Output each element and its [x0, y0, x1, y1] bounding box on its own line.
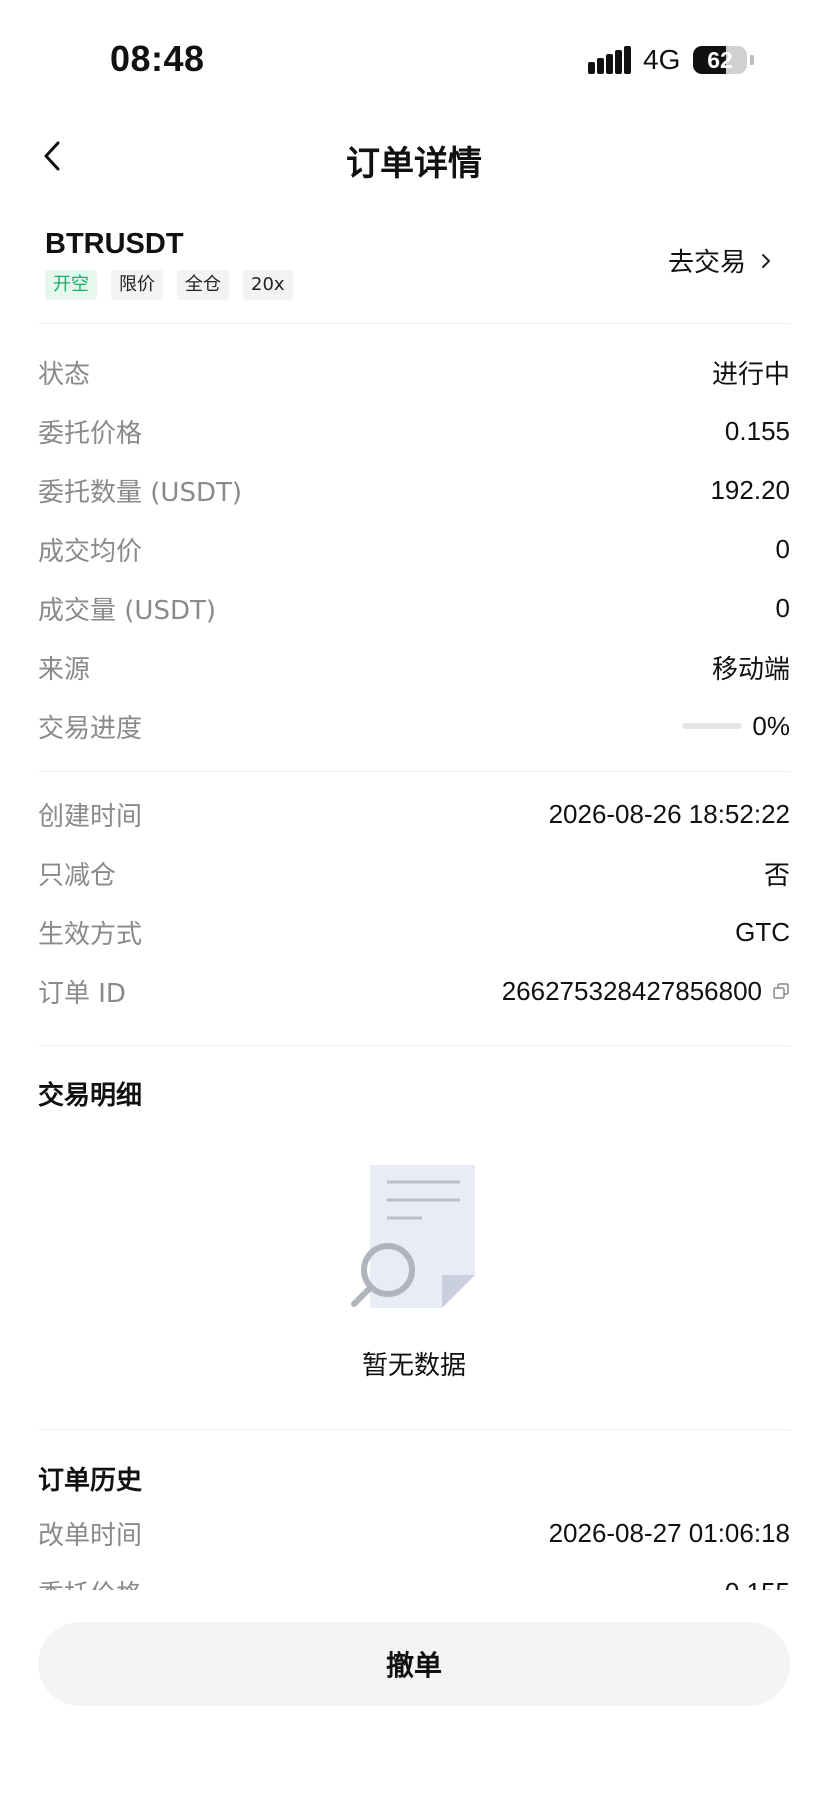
empty-document-icon	[351, 1165, 475, 1308]
reduce-only-label: 只减仓	[38, 860, 117, 891]
order-qty-value: 192.20	[710, 474, 790, 505]
avg-price-value: 0	[775, 533, 790, 564]
cancel-order-button[interactable]: 撤单	[38, 1622, 790, 1706]
progress-label: 交易进度	[38, 713, 143, 744]
created-time-value: 2026-08-26 18:52:22	[548, 798, 790, 829]
divider	[38, 323, 790, 324]
filled-qty-value: 0	[775, 592, 790, 623]
order-price-label: 委托价格	[38, 418, 143, 449]
order-history-title: 订单历史	[38, 1466, 143, 1496]
empty-state-text: 暂无数据	[361, 1351, 466, 1381]
detail-row-filled-qty: 成交量 (USDT) 0	[38, 588, 790, 628]
history-row-order-price: 委托价格 0.155	[38, 1572, 790, 1591]
status-bar: 08:48 4G 62	[0, 0, 828, 120]
progress-bar	[682, 723, 743, 729]
signal-icon	[588, 46, 632, 74]
source-label: 来源	[38, 654, 91, 685]
page-title: 订单详情	[346, 144, 482, 184]
status-value: 进行中	[711, 359, 790, 390]
order-id-value: 266275328427856800	[501, 975, 762, 1006]
detail-row-progress: 交易进度 0%	[38, 706, 790, 746]
tag-side: 开空	[45, 270, 97, 300]
meta-row-order-id: 订单 ID 266275328427856800	[38, 971, 790, 1011]
source-value: 移动端	[711, 654, 790, 685]
progress-indicator: 0%	[682, 711, 790, 742]
detail-row-avg-price: 成交均价 0	[38, 529, 790, 569]
go-trade-label: 去交易	[667, 248, 746, 278]
modified-time-label: 改单时间	[38, 1520, 143, 1551]
filled-qty-label: 成交量 (USDT)	[38, 595, 216, 626]
detail-row-source: 来源 移动端	[38, 647, 790, 687]
progress-value: 0%	[752, 710, 790, 741]
detail-row-status: 状态 进行中	[38, 352, 790, 392]
order-id-label: 订单 ID	[38, 978, 126, 1009]
copy-icon[interactable]	[772, 982, 790, 1000]
trade-details-title: 交易明细	[38, 1081, 143, 1111]
battery-tip	[750, 55, 754, 65]
history-order-price-label: 委托价格	[38, 1574, 142, 1591]
history-order-price-value: 0.155	[725, 1577, 790, 1591]
chevron-right-icon	[762, 253, 770, 268]
nav-bar: 订单详情	[0, 120, 828, 196]
order-price-value: 0.155	[724, 415, 790, 446]
detail-row-order-price: 委托价格 0.155	[38, 411, 790, 451]
divider	[38, 1045, 790, 1046]
network-type: 4G	[643, 44, 681, 75]
order-tags: 开空 限价 全仓 20x	[45, 270, 293, 300]
battery-level: 62	[707, 47, 733, 73]
meta-row-created-time: 创建时间 2026-08-26 18:52:22	[38, 794, 790, 834]
tag-leverage: 20x	[243, 270, 293, 300]
status-time: 08:48	[110, 38, 205, 79]
order-id-value-group: 266275328427856800	[502, 976, 790, 1007]
go-trade-link[interactable]: 去交易	[668, 242, 776, 279]
history-clip: 委托价格 0.155	[0, 1560, 828, 1591]
avg-price-label: 成交均价	[38, 536, 143, 567]
meta-row-time-in-force: 生效方式 GTC	[38, 912, 790, 952]
symbol-name: BTRUSDT	[45, 228, 184, 260]
divider	[38, 771, 790, 772]
status-label: 状态	[38, 359, 91, 390]
tag-order-type: 限价	[111, 270, 163, 300]
detail-row-order-qty: 委托数量 (USDT) 192.20	[38, 470, 790, 510]
divider	[38, 1429, 790, 1430]
reduce-only-value: 否	[763, 860, 790, 891]
modified-time-value: 2026-08-27 01:06:18	[548, 1517, 790, 1548]
created-time-label: 创建时间	[38, 801, 143, 832]
time-in-force-label: 生效方式	[38, 919, 143, 950]
meta-row-reduce-only: 只减仓 否	[38, 853, 790, 893]
history-row-modified-time: 改单时间 2026-08-27 01:06:18	[38, 1513, 790, 1553]
time-in-force-value: GTC	[735, 916, 790, 947]
order-qty-label: 委托数量 (USDT)	[38, 477, 242, 508]
battery-icon: 62	[693, 46, 747, 74]
tag-margin-mode: 全仓	[177, 270, 229, 300]
